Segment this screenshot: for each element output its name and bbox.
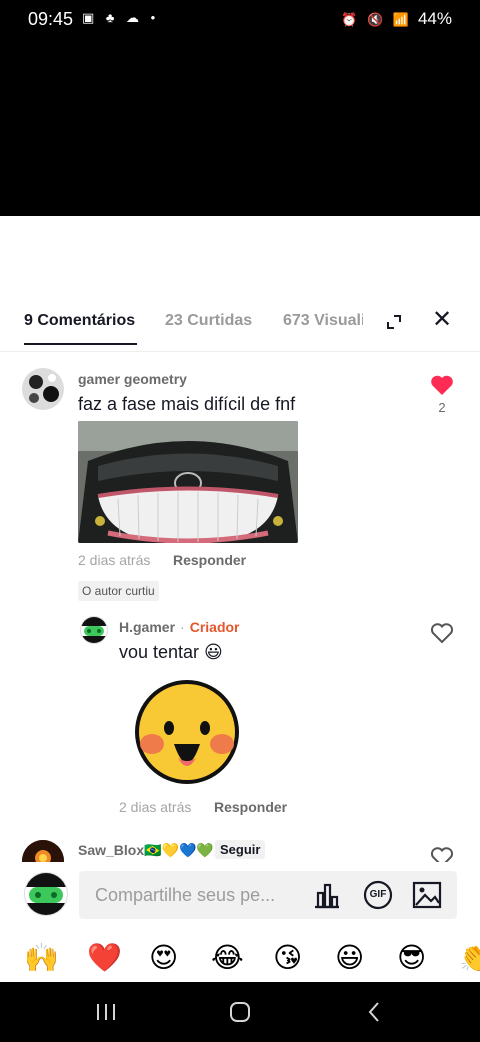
tab-likes[interactable]: 23 Curtidas	[165, 312, 252, 330]
gif-icon[interactable]: GIF	[362, 879, 394, 911]
my-avatar[interactable]	[24, 872, 68, 916]
emoji-raised-hands[interactable]: 🙌	[24, 940, 59, 976]
tab-views-clip: 673 Visualizações	[283, 312, 363, 334]
creator-badge: Criador	[189, 619, 240, 635]
back-icon[interactable]	[366, 1001, 382, 1023]
follow-button[interactable]: Seguir	[215, 840, 266, 859]
smiling-car-image	[78, 421, 298, 543]
emoji-bar: 🙌 ❤️ 😍 😂 😘 😃 😎 👏	[0, 940, 480, 980]
author-liked-badge: O autor curtiu	[78, 581, 159, 601]
emoji-heart-eyes[interactable]: 😍	[149, 940, 178, 976]
reply-reply-button[interactable]: Responder	[214, 799, 287, 815]
heart-filled-icon[interactable]	[430, 374, 454, 396]
status-time: 09:45	[28, 9, 74, 29]
system-nav-bar	[0, 982, 480, 1042]
avatar-image	[22, 368, 64, 410]
comments-tabs: 9 Comentários 23 Curtidas 673 Visualizaç…	[0, 312, 480, 346]
reply-text: vou tentar 😃	[119, 642, 223, 662]
heart-outline-icon[interactable]	[430, 846, 454, 862]
reply-time: 2 dias atrás	[119, 799, 192, 815]
comment-time: 2 dias atrás	[78, 552, 151, 568]
partial-username[interactable]: Saw_Blox🇧🇷💛💙💚	[78, 842, 214, 859]
poll-icon[interactable]	[311, 879, 343, 911]
smiley-sticker[interactable]	[132, 678, 242, 786]
video-player[interactable]	[0, 38, 480, 216]
partial-comment: Saw_Blox🇧🇷💛💙💚 Seguir	[0, 836, 480, 862]
reply-username-line: H.gamer · Criador	[119, 619, 240, 635]
home-icon[interactable]	[228, 1000, 252, 1024]
partial-avatar[interactable]	[22, 840, 64, 862]
system-icons: ⏰ 🔇 📶	[341, 12, 412, 27]
comments-sheet: 9 Comentários 23 Curtidas 673 Visualizaç…	[0, 216, 480, 982]
emoji-kiss[interactable]: 😘	[273, 940, 302, 976]
reply-username[interactable]: H.gamer	[119, 619, 175, 635]
close-icon[interactable]: ✕	[432, 308, 452, 332]
emoji-laughing[interactable]: 😂	[211, 940, 244, 976]
comment-text: faz a fase mais difícil de fnf	[78, 394, 296, 414]
separator-dot: ·	[180, 619, 185, 635]
reply-avatar[interactable]	[80, 616, 108, 644]
comment-image[interactable]	[78, 421, 298, 543]
comment-username[interactable]: gamer geometry	[78, 371, 187, 387]
like-count: 2	[438, 400, 446, 415]
reply-button[interactable]: Responder	[173, 552, 246, 568]
battery-level: 44%	[417, 9, 452, 28]
tab-comments[interactable]: 9 Comentários	[24, 312, 135, 330]
expand-icon[interactable]	[384, 312, 404, 332]
fire-avatar-image	[22, 840, 64, 862]
notification-icons: ▣ ♣ ☁ •	[82, 10, 160, 25]
heart-outline-icon[interactable]	[430, 622, 454, 644]
avatar[interactable]	[22, 368, 64, 410]
status-bar: 09:45 ▣ ♣ ☁ • ⏰ 🔇 📶 44%	[0, 0, 480, 38]
gif-label: GIF	[369, 889, 387, 900]
emoji-heart[interactable]: ❤️	[87, 940, 122, 976]
comment-composer: Compartilhe seus pe... GIF	[0, 866, 480, 930]
active-tab-indicator	[24, 343, 137, 345]
status-right: ⏰ 🔇 📶 44%	[341, 9, 452, 29]
image-icon[interactable]	[411, 879, 443, 911]
tabs-divider	[0, 351, 480, 352]
comment-input-placeholder: Compartilhe seus pe...	[95, 885, 276, 905]
tab-views[interactable]: 673 Visualizações	[283, 312, 363, 330]
gamepad-avatar-image	[25, 873, 67, 915]
recent-apps-icon[interactable]	[94, 1002, 118, 1022]
emoji-smile[interactable]: 😃	[335, 940, 364, 976]
gamepad-avatar-image	[81, 617, 107, 643]
emoji-clap[interactable]: 👏	[459, 940, 480, 976]
comment-input[interactable]: Compartilhe seus pe... GIF	[79, 871, 457, 919]
emoji-sunglasses[interactable]: 😎	[397, 940, 426, 976]
